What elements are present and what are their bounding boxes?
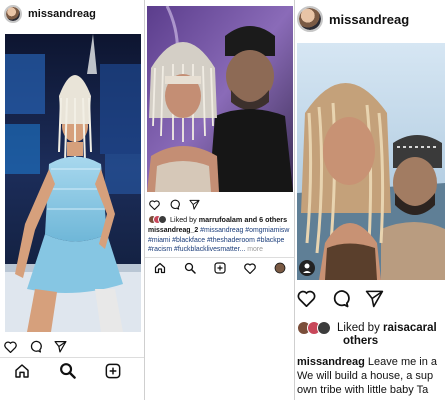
caption-username[interactable]: missandreag_2 [148, 227, 198, 234]
liked-by-suffix[interactable]: and 6 others [242, 215, 287, 224]
home-icon[interactable] [154, 261, 166, 279]
liker-avatar[interactable] [317, 321, 331, 335]
post-caption: missandreag Leave me in a We will build … [297, 355, 445, 397]
heart-icon[interactable] [244, 261, 256, 279]
add-post-icon[interactable] [214, 261, 226, 279]
caption-username[interactable]: missandreag [297, 356, 365, 368]
liked-by-prefix: Liked by [170, 215, 199, 224]
username[interactable]: missandreag [28, 8, 96, 20]
bottom-nav [0, 360, 135, 386]
add-post-icon[interactable] [105, 363, 121, 384]
post-photo[interactable] [5, 34, 141, 332]
more-link[interactable]: more [247, 246, 263, 253]
share-icon[interactable] [365, 289, 384, 313]
post-photo[interactable] [297, 43, 445, 280]
share-icon[interactable] [189, 197, 200, 215]
liked-by-user[interactable]: marrufoalam [199, 215, 243, 224]
divider [145, 257, 295, 258]
liked-by-others[interactable]: others [343, 335, 378, 347]
caption-hashtags[interactable]: #racism #fuckblacklivesmatter... [148, 246, 245, 253]
profile-icon[interactable] [274, 261, 286, 279]
liked-by-row: Liked by marrufoalam and 6 others [148, 215, 287, 224]
post-header: missandreag [4, 5, 96, 23]
search-icon[interactable] [59, 362, 76, 384]
heart-icon[interactable] [4, 340, 17, 358]
caption-text: We will build a house, a sup [297, 370, 434, 382]
caption-hashtags[interactable]: #missandreag #omgmiamisw [200, 227, 289, 234]
liked-by-user[interactable]: raisacaral [383, 322, 437, 334]
heart-icon[interactable] [149, 197, 160, 215]
post-actions [4, 340, 67, 358]
post-photo[interactable] [147, 6, 293, 192]
caption-hashtags[interactable]: #miami #blackface #theshaderoom #blackpe [148, 236, 293, 246]
share-icon[interactable] [54, 340, 67, 358]
liked-by-prefix: Liked by [337, 322, 384, 334]
caption-text: Leave me in a [364, 356, 438, 368]
post-header: missandreag [297, 6, 409, 32]
instagram-post-panel-3: missandreag Liked by raisacaral others m… [295, 0, 445, 400]
post-actions [297, 289, 384, 313]
post-caption: missandreag_2 #missandreag #omgmiamisw #… [148, 226, 293, 255]
liker-avatar[interactable] [158, 215, 167, 224]
comment-icon[interactable] [331, 289, 350, 313]
avatar[interactable] [4, 5, 22, 23]
instagram-post-panel-1: missandreag [0, 0, 145, 400]
divider [0, 357, 145, 358]
instagram-post-panel-2: Liked by marrufoalam and 6 others missan… [145, 0, 295, 283]
comment-icon[interactable] [29, 340, 42, 358]
avatar[interactable] [297, 6, 323, 32]
post-actions [149, 197, 200, 215]
heart-icon[interactable] [297, 290, 316, 312]
comment-icon[interactable] [169, 197, 180, 215]
liked-by-row: Liked by raisacaral [297, 321, 437, 335]
search-icon[interactable] [184, 261, 196, 279]
home-icon[interactable] [14, 363, 30, 384]
caption-text: own tribe with little baby Ta [297, 384, 429, 396]
bottom-nav [145, 260, 295, 280]
username[interactable]: missandreag [329, 12, 409, 27]
